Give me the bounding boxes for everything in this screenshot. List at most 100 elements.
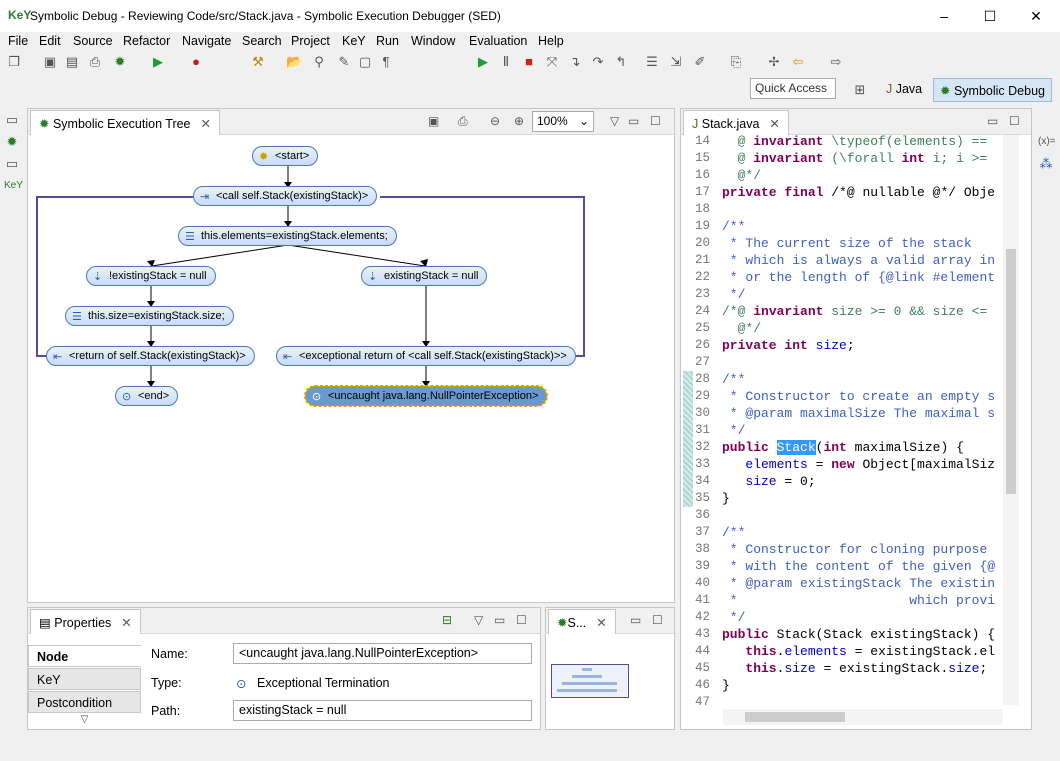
code-line[interactable]: * Constructor for cloning purpose xyxy=(722,542,1000,557)
type-value: Exceptional Termination xyxy=(257,676,390,690)
vertical-scrollbar[interactable] xyxy=(1003,135,1019,705)
code-line[interactable]: /** xyxy=(722,372,1000,387)
line-number: 41 xyxy=(694,593,710,607)
line-number: 33 xyxy=(694,457,710,471)
minimize-view-icon[interactable]: ▭ xyxy=(630,613,641,627)
code-line[interactable]: /** xyxy=(722,219,1000,234)
termination-icon: ⊙ xyxy=(122,391,132,403)
code-line[interactable]: elements = new Object[maximalSiz xyxy=(722,457,1000,472)
code-line[interactable]: public Stack(Stack existingStack) { xyxy=(722,627,1000,642)
tree-node-uncaught-exception[interactable]: ⊙ <uncaught java.lang.NullPointerExceptio… xyxy=(303,385,549,407)
scroll-down-icon[interactable]: ▽ xyxy=(28,714,141,725)
tree-node-exceptional-return[interactable]: ⇤ <exceptional return of <call self.Stack… xyxy=(276,346,576,366)
code-line[interactable]: * with the content of the given {@ xyxy=(722,559,1000,574)
code-line[interactable]: this.size = existingStack.size; xyxy=(722,661,1000,676)
scrollbar-thumb[interactable] xyxy=(745,712,845,722)
properties-tab-postcondition[interactable]: Postcondition xyxy=(28,691,141,713)
edge xyxy=(151,244,289,267)
tree-node-branch-condition[interactable]: ⇣ !existingStack = null xyxy=(86,266,216,286)
horizontal-scrollbar[interactable] xyxy=(723,709,1003,725)
code-line[interactable]: * which provi xyxy=(722,593,1000,608)
panel-header: J Stack.java ✕ ▭ ☐ xyxy=(681,109,1031,135)
type-label: Type: xyxy=(151,676,182,690)
code-line[interactable]: */ xyxy=(722,287,1000,302)
code-line[interactable]: } xyxy=(722,678,1000,693)
code-line[interactable]: * @param maximalSize The maximal s xyxy=(722,406,1000,421)
line-number: 27 xyxy=(694,355,710,369)
line-number: 21 xyxy=(694,253,710,267)
java-file-icon: J xyxy=(692,117,702,131)
path-field[interactable]: existingStack = null xyxy=(233,700,532,721)
maximize-view-icon[interactable]: ☐ xyxy=(652,613,663,627)
code-line[interactable]: * @param existingStack The existin xyxy=(722,576,1000,591)
code-line[interactable]: * or the length of {@link #element xyxy=(722,270,1000,285)
maximize-view-icon[interactable]: ☐ xyxy=(1009,114,1020,128)
code-line[interactable]: */ xyxy=(722,610,1000,625)
exceptional-return-icon: ⇤ xyxy=(283,351,293,363)
line-number: 29 xyxy=(694,389,710,403)
tree-node-end[interactable]: ⊙ <end> xyxy=(115,386,179,406)
edge xyxy=(287,244,426,267)
line-number: 19 xyxy=(694,219,710,233)
tab-stack-java[interactable]: J Stack.java ✕ xyxy=(683,110,789,135)
minimize-view-icon[interactable]: ▭ xyxy=(494,613,505,627)
tab-outline[interactable]: ✹S... ✕ xyxy=(548,609,616,634)
tree-node-start[interactable]: ✹ <start> xyxy=(252,146,319,166)
line-number: 28 xyxy=(694,372,710,386)
branch-condition-icon: ⇣ xyxy=(93,271,103,283)
maximize-view-icon[interactable]: ☐ xyxy=(516,613,527,627)
line-number: 26 xyxy=(694,338,710,352)
properties-icon: ▤ xyxy=(39,616,55,630)
close-icon[interactable]: ✕ xyxy=(596,616,606,630)
close-icon[interactable]: ✕ xyxy=(121,616,131,630)
close-icon[interactable]: ✕ xyxy=(769,117,779,131)
code-line[interactable]: /** xyxy=(722,525,1000,540)
breakpoints-icon[interactable]: ⁂ xyxy=(1038,156,1054,172)
code-line[interactable]: public Stack(int maximalSize) { xyxy=(722,440,1000,455)
tree-node-method-return[interactable]: ⇤ <return of self.Stack(existingStack)> xyxy=(46,346,255,366)
variables-icon[interactable]: (x)= xyxy=(1038,134,1056,150)
code-line[interactable]: /*@ invariant size >= 0 && size <= xyxy=(722,304,1000,319)
name-field[interactable]: <uncaught java.lang.NullPointerException… xyxy=(233,643,532,664)
pin-icon[interactable]: ⊟ xyxy=(442,613,452,627)
method-return-icon: ⇤ xyxy=(53,351,63,363)
code-line[interactable]: @*/ xyxy=(722,321,1000,336)
tree-node-branch-condition[interactable]: ⇣ existingStack = null xyxy=(361,266,488,286)
code-line[interactable]: } xyxy=(722,491,1000,506)
tree-node-call[interactable]: ⇥ <call self.Stack(existingStack)> xyxy=(193,186,378,206)
code-line[interactable]: private int size; xyxy=(722,338,1000,353)
tab-properties[interactable]: ▤ Properties ✕ xyxy=(30,609,141,634)
code-line[interactable]: * Constructor to create an empty s xyxy=(722,389,1000,404)
line-number: 16 xyxy=(694,168,710,182)
thumbnail-node xyxy=(562,682,617,685)
code-line[interactable]: private final /*@ nullable @*/ Obje xyxy=(722,185,1000,200)
properties-tab-key[interactable]: KeY xyxy=(28,668,141,690)
outline-panel: ✹S... ✕ ▭ ☐ xyxy=(545,607,675,730)
code-line[interactable]: @ invariant (\forall int i; i >= xyxy=(722,151,1000,166)
view-menu-icon[interactable]: ▽ xyxy=(474,613,483,627)
tree-thumbnail[interactable] xyxy=(551,664,629,698)
code-line[interactable]: */ xyxy=(722,423,1000,438)
line-number: 14 xyxy=(694,134,710,148)
minimize-view-icon[interactable]: ▭ xyxy=(987,114,998,128)
scrollbar-thumb[interactable] xyxy=(1006,249,1016,494)
code-line[interactable]: size = 0; xyxy=(722,474,1000,489)
thumbnail-node xyxy=(572,675,602,678)
path-label: Path: xyxy=(151,704,181,718)
code-line[interactable]: * which is always a valid array in xyxy=(722,253,1000,268)
thumbnail-node xyxy=(557,689,617,692)
thumbnail-node xyxy=(582,668,592,671)
tree-node-statement[interactable]: ☰ this.elements=existingStack.elements; xyxy=(178,226,397,246)
exceptional-termination-icon: ⊙ xyxy=(236,677,247,691)
properties-tab-node[interactable]: Node xyxy=(28,645,141,667)
code-line[interactable]: * The current size of the stack xyxy=(722,236,1000,251)
line-number: 18 xyxy=(694,202,710,216)
line-number: 31 xyxy=(694,423,710,437)
tree-node-statement[interactable]: ☰ this.size=existingStack.size; xyxy=(65,306,234,326)
branch-condition-icon: ⇣ xyxy=(368,271,378,283)
code-line[interactable]: @*/ xyxy=(722,168,1000,183)
code-line[interactable]: this.elements = existingStack.el xyxy=(722,644,1000,659)
code-line[interactable]: @ invariant \typeof(elements) == xyxy=(722,134,1000,149)
line-number: 44 xyxy=(694,644,710,658)
panel-header: ✹S... ✕ ▭ ☐ xyxy=(546,608,674,634)
